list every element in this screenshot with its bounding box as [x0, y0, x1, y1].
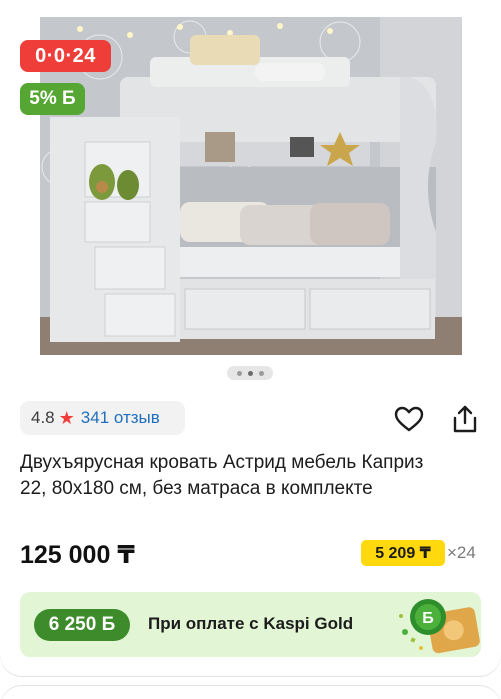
favorite-button[interactable]	[393, 403, 425, 435]
installment-months: ×24	[447, 543, 476, 562]
gallery-dot-active[interactable]	[247, 370, 253, 376]
gallery-pagination[interactable]	[227, 366, 273, 380]
bonus-percent-text: 5% Б	[29, 88, 76, 109]
kaspi-gold-label: При оплате с Kaspi Gold	[148, 614, 354, 633]
share-button[interactable]	[449, 403, 481, 435]
rating-score: 4.8	[31, 408, 55, 427]
kaspi-bonus-amount: 6 250 Б	[48, 614, 116, 635]
countdown-badge: 0·0·24	[20, 40, 111, 72]
svg-text:Б: Б	[422, 610, 434, 627]
installment-amount: 5 209 ₸	[375, 545, 431, 562]
reviews-link[interactable]: 341 отзыв	[81, 408, 160, 428]
product-gallery[interactable]: 0·0·24 5% Б	[0, 0, 501, 392]
product-title: Двухъярусная кровать Астрид мебель Капри…	[20, 452, 424, 499]
share-icon	[453, 405, 477, 433]
countdown-text: 0·0·24	[35, 44, 96, 67]
kaspi-gold-banner[interactable]: 6 250 Б При оплате с Kaspi Gold Б	[20, 592, 481, 657]
heart-icon	[394, 406, 424, 432]
rating-reviews-chip[interactable]: 4.8 ★ 341 отзыв	[20, 401, 185, 435]
bonus-percent-badge: 5% Б	[20, 83, 85, 115]
kaspi-bonus-pill: 6 250 Б	[34, 609, 130, 641]
next-card	[0, 686, 501, 699]
gallery-dot[interactable]	[258, 370, 264, 376]
gallery-dot[interactable]	[236, 370, 242, 376]
kaspi-gold-illustration: Б	[399, 599, 480, 654]
product-card: 0·0·24 5% Б 4.8 ★ 341 отзыв Двухъярусная…	[0, 0, 501, 676]
star-icon: ★	[58, 407, 75, 428]
product-price: 125 000 ₸	[20, 541, 135, 569]
installment-badge[interactable]: 5 209 ₸	[361, 540, 445, 566]
